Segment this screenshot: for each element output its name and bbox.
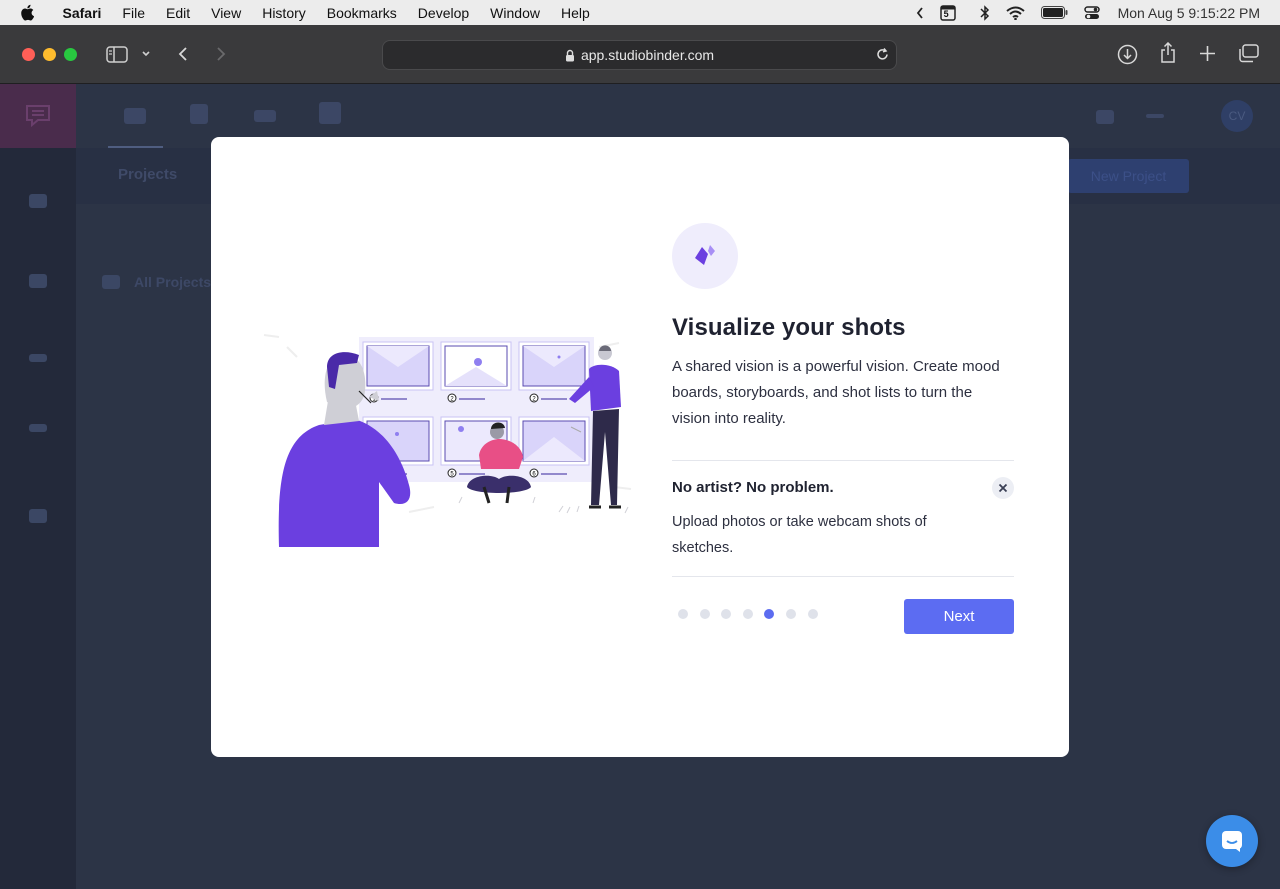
modal-description: A shared vision is a powerful vision. Cr… [672,358,1000,427]
calendar-day-icon[interactable]: 5 [939,4,964,21]
pagination-dot[interactable] [678,609,688,619]
pagination-dot[interactable] [807,609,818,619]
storyboard-illustration: 1 2 2 5 6 [259,307,644,557]
apple-menu-icon[interactable] [20,4,40,21]
url-text: app.studiobinder.com [580,47,715,63]
tip-title: No artist? No problem. [672,479,834,496]
address-bar[interactable]: app.studiobinder.com [382,40,897,70]
calendar-tab-icon[interactable] [319,102,341,124]
tip-box: No artist? No problem. Upload photos or … [672,461,1014,576]
chat-launcher-button[interactable] [1206,815,1258,867]
menu-develop[interactable]: Develop [418,5,469,21]
nav-item-3[interactable] [0,354,76,367]
chat-icon [1222,831,1242,852]
wifi-icon[interactable] [1005,6,1025,20]
close-window-button[interactable] [22,48,35,61]
all-projects-label: All Projects [134,274,212,290]
menubar-clock[interactable]: Mon Aug 5 9:15:22 PM [1118,5,1260,21]
menubar-status-area: 5 Mon Aug 5 9:15:22 PM [900,0,1260,25]
onboarding-modal: 1 2 2 5 6 Visualize your shots A shared … [211,137,1069,757]
menu-view[interactable]: View [211,5,241,21]
pagination-dot[interactable] [699,609,710,619]
resources-nav-icon [29,509,47,523]
nav-item-resources[interactable] [0,509,76,528]
share-icon[interactable] [1159,42,1177,64]
menu-help[interactable]: Help [561,5,590,21]
lock-icon [565,49,575,62]
bluetooth-icon[interactable] [980,4,990,21]
reload-icon[interactable] [875,47,890,65]
app-logo-icon[interactable] [0,84,76,148]
more-icon[interactable] [1146,114,1164,118]
macos-menubar: Safari File Edit View History Bookmarks … [0,0,1280,25]
zoom-window-button[interactable] [64,48,77,61]
pagination-dots [678,609,829,619]
sidebar-toggle-icon[interactable] [106,46,128,63]
section-title: Projects [118,166,178,183]
next-button[interactable]: Next [904,599,1014,634]
nav-item-contacts[interactable] [0,274,76,293]
modal-title: Visualize your shots [672,314,906,341]
back-icon[interactable] [177,46,189,62]
minimize-window-button[interactable] [43,48,56,61]
forward-icon[interactable] [215,46,227,62]
chevron-left-icon[interactable] [916,6,924,20]
menu-file[interactable]: File [122,5,145,21]
ground-texture [458,496,629,514]
all-projects-folder[interactable]: All Projects [102,274,211,290]
calendar-day-number: 5 [943,8,949,19]
pagination-dot[interactable] [721,609,732,619]
storyboard-feature-icon [695,245,715,265]
locations-tab-icon[interactable] [254,110,276,122]
folder-icon [102,275,120,289]
battery-icon[interactable] [1040,6,1068,19]
user-avatar[interactable]: CV [1221,100,1253,132]
modal-footer: Next [672,577,1014,637]
menu-edit[interactable]: Edit [166,5,190,21]
menu-window[interactable]: Window [490,5,540,21]
control-center-icon[interactable] [1083,5,1100,21]
menu-bookmarks[interactable]: Bookmarks [327,5,397,21]
window-controls [22,48,85,61]
pagination-dot[interactable] [785,609,796,619]
app-left-nav [0,84,76,889]
menu-app-name[interactable]: Safari [63,5,102,21]
nav-icon [29,354,47,362]
tip-text: Upload photos or take webcam shots of sk… [672,514,927,556]
safari-toolbar: app.studiobinder.com [0,25,1280,84]
nav-item-projects[interactable] [0,194,76,213]
pagination-dot[interactable] [742,609,753,619]
downloads-icon[interactable] [1117,44,1138,65]
new-tab-icon[interactable] [1199,45,1216,62]
pagination-dot[interactable] [764,609,775,619]
close-tip-button[interactable] [992,477,1014,499]
chevron-down-icon[interactable] [141,50,151,58]
menu-history[interactable]: History [262,5,306,21]
activity-icon[interactable] [1096,110,1114,124]
new-project-button[interactable]: New Project [1068,159,1189,193]
contacts-tab-icon[interactable] [190,104,208,124]
projects-tab-icon[interactable] [124,108,146,124]
tab-overview-icon[interactable] [1238,44,1259,63]
projects-nav-icon [29,194,47,208]
feature-badge [672,223,738,289]
modal-content: Visualize your shots A shared vision is … [672,223,1014,637]
close-icon [998,483,1008,493]
nav-item-4[interactable] [0,424,76,437]
contacts-nav-icon [29,274,47,288]
nav-icon [29,424,47,432]
